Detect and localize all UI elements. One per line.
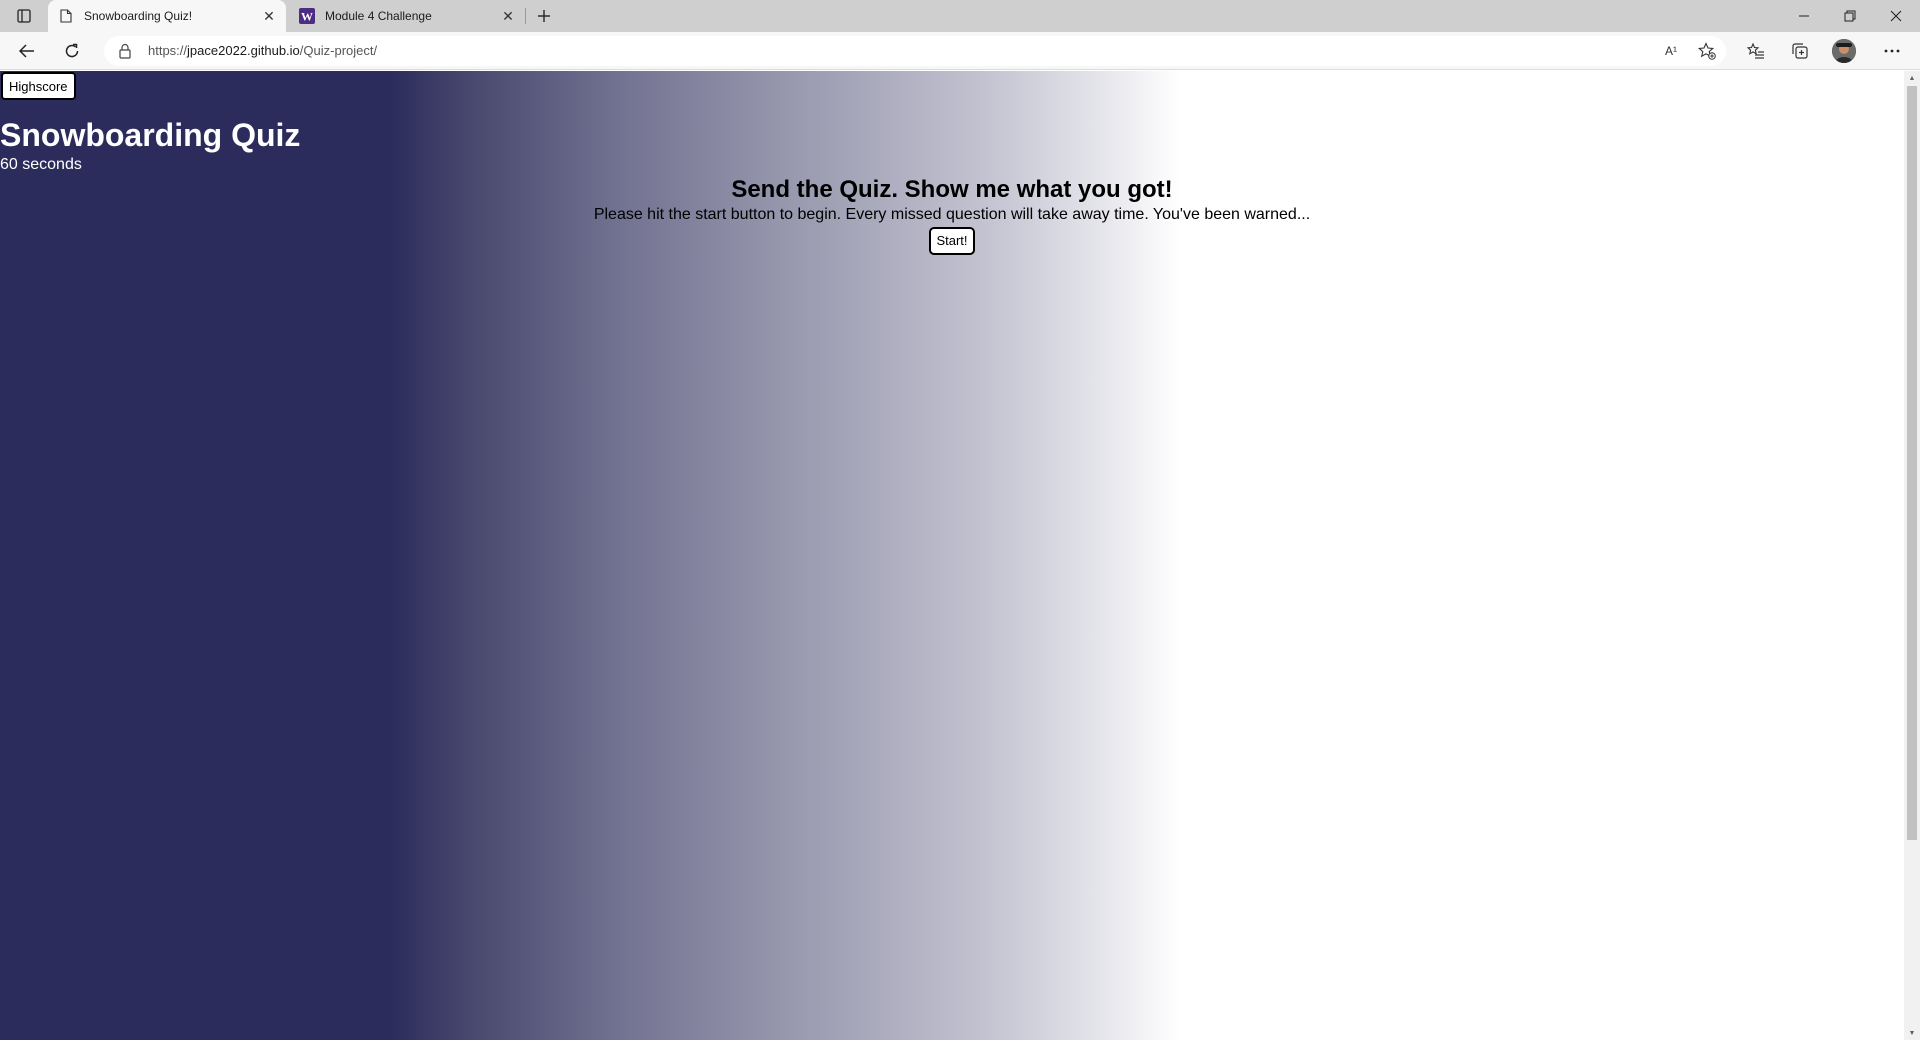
back-arrow-icon[interactable]: [13, 37, 41, 65]
tab-strip: Snowboarding Quiz! ✕ W Module 4 Challeng…: [0, 0, 1920, 32]
highscore-button[interactable]: Highscore: [1, 72, 76, 100]
url-host: jpace2022.github.io: [187, 43, 300, 58]
tab-snowboarding-quiz[interactable]: Snowboarding Quiz! ✕: [48, 0, 286, 32]
scroll-down-arrow-icon[interactable]: ▼: [1904, 1026, 1920, 1040]
vertical-scrollbar[interactable]: ▲ ▼: [1904, 71, 1920, 1040]
tab-title: Snowboarding Quiz!: [84, 9, 193, 23]
refresh-icon[interactable]: [58, 37, 86, 65]
scroll-up-arrow-icon[interactable]: ▲: [1904, 71, 1920, 85]
page-title: Snowboarding Quiz: [0, 117, 301, 153]
intro-headline: Send the Quiz. Show me what you got!: [731, 176, 1173, 203]
tab-title: Module 4 Challenge: [325, 9, 432, 23]
close-tab-icon[interactable]: ✕: [258, 5, 280, 27]
tab-actions-icon[interactable]: [10, 4, 38, 28]
address-bar[interactable]: https://jpace2022.github.io/Quiz-project…: [104, 36, 1726, 66]
restore-icon[interactable]: [1827, 0, 1873, 32]
minimize-icon[interactable]: [1781, 0, 1827, 32]
scroll-thumb[interactable]: [1907, 86, 1917, 840]
url-scheme: https://: [148, 43, 188, 58]
add-favorite-icon[interactable]: [1696, 40, 1718, 62]
close-tab-icon[interactable]: ✕: [497, 5, 519, 27]
page-viewport: Highscore Snowboarding Quiz 60 seconds S…: [0, 71, 1904, 1040]
intro-instructions: Please hit the start button to begin. Ev…: [593, 206, 1311, 223]
svg-text:W: W: [301, 10, 313, 24]
tab-module-4-challenge[interactable]: W Module 4 Challenge ✕: [289, 0, 525, 32]
intro-section: Send the Quiz. Show me what you got! Ple…: [0, 175, 1904, 255]
read-aloud-icon[interactable]: A¹: [1660, 40, 1682, 62]
url-text[interactable]: https://jpace2022.github.io/Quiz-project…: [148, 43, 377, 58]
w-logo-icon: W: [299, 8, 315, 24]
start-button[interactable]: Start!: [929, 227, 975, 255]
url-path: /Quiz-project/: [299, 43, 378, 58]
favorites-icon[interactable]: [1742, 37, 1770, 65]
lock-icon[interactable]: [118, 43, 134, 59]
browser-toolbar: https://jpace2022.github.io/Quiz-project…: [0, 32, 1920, 70]
timer-text: 60 seconds: [0, 156, 82, 173]
profile-avatar[interactable]: [1832, 39, 1856, 63]
tab-separator: [525, 8, 526, 24]
close-window-icon[interactable]: [1873, 0, 1919, 32]
more-options-icon[interactable]: [1878, 37, 1906, 65]
page-icon: [58, 8, 74, 24]
collections-icon[interactable]: [1786, 37, 1814, 65]
new-tab-icon[interactable]: [532, 4, 556, 28]
